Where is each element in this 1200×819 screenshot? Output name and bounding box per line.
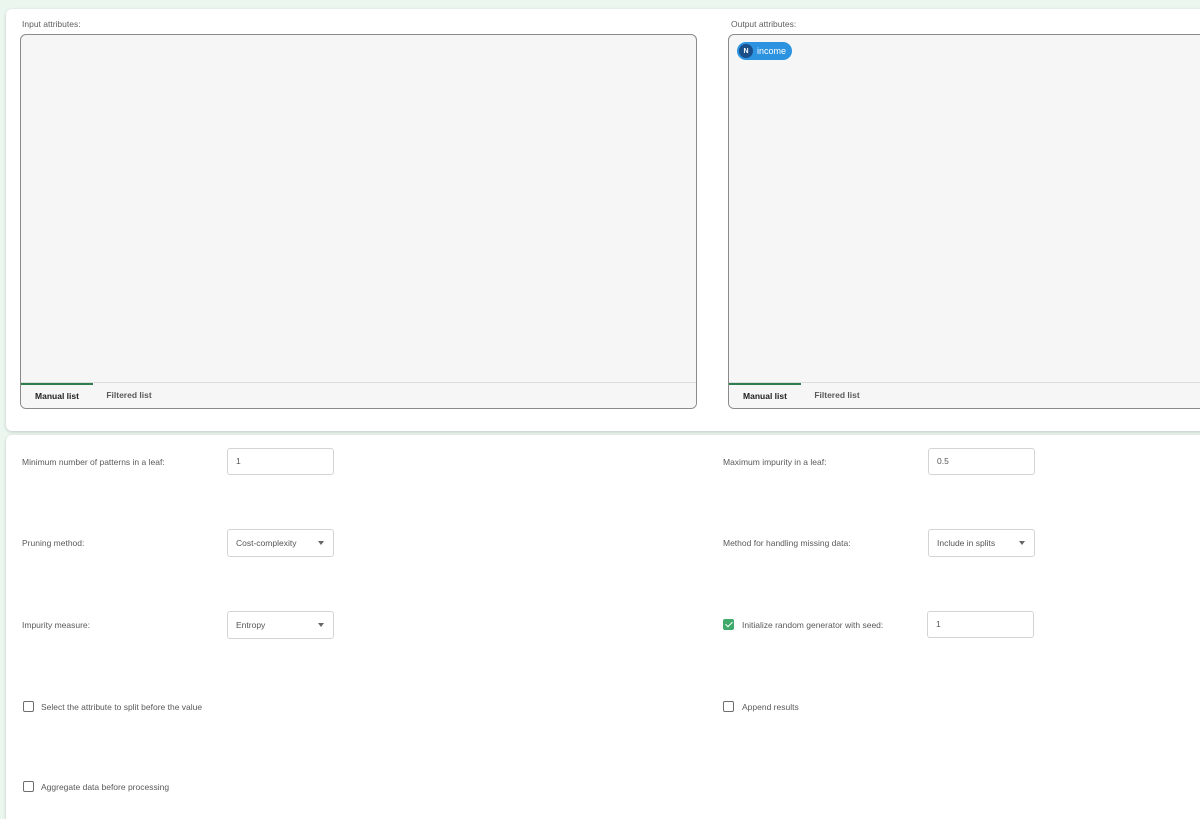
tab-input-filtered-list[interactable]: Filtered list [93,383,165,408]
pruning-method-label: Pruning method: [22,538,85,548]
impurity-measure-select[interactable]: Entropy [227,611,334,639]
impurity-measure-value: Entropy [236,620,266,630]
split-attribute-checkbox[interactable] [23,701,34,712]
parameters-panel: Minimum number of patterns in a leaf: 1 … [6,435,1200,819]
aggregate-data-checkbox[interactable] [23,781,34,792]
max-impurity-input[interactable]: 0.5 [928,448,1035,475]
tab-output-filtered-list[interactable]: Filtered list [801,383,873,408]
impurity-measure-label: Impurity measure: [22,620,91,630]
output-list-tabs: Manual list Filtered list [729,382,1200,408]
seed-checkbox[interactable] [723,619,734,630]
output-attributes-label: Output attributes: [731,19,797,29]
append-results-label: Append results [742,702,799,712]
attribute-chip-label: income [757,46,787,56]
caret-down-icon [318,623,324,627]
min-patterns-input[interactable]: 1 [227,448,334,475]
tab-input-manual-list[interactable]: Manual list [21,383,93,408]
seed-input[interactable]: 1 [927,611,1034,638]
split-attribute-label: Select the attribute to split before the… [41,702,203,712]
seed-label: Initialize random generator with seed: [742,620,884,630]
min-patterns-label: Minimum number of patterns in a leaf: [22,457,165,467]
caret-down-icon [1019,541,1025,545]
max-impurity-label: Maximum impurity in a leaf: [723,457,827,467]
append-results-checkbox[interactable] [723,701,734,712]
numeric-type-icon: N [739,44,753,58]
missing-data-select[interactable]: Include in splits [928,529,1035,557]
missing-data-label: Method for handling missing data: [723,538,851,548]
input-attributes-label: Input attributes: [22,19,81,29]
aggregate-data-label: Aggregate data before processing [41,782,170,792]
input-attributes-list[interactable]: Manual list Filtered list [20,34,697,409]
attribute-chip-income[interactable]: N income [737,42,793,60]
pruning-method-select[interactable]: Cost-complexity [227,529,334,557]
input-list-tabs: Manual list Filtered list [21,382,696,408]
output-attributes-list[interactable]: N income Manual list Filtered list [728,34,1200,409]
caret-down-icon [318,541,324,545]
missing-data-value: Include in splits [937,538,996,548]
pruning-method-value: Cost-complexity [236,538,297,548]
tab-output-manual-list[interactable]: Manual list [729,383,801,408]
attributes-panel: Input attributes: Manual list Filtered l… [6,9,1200,431]
